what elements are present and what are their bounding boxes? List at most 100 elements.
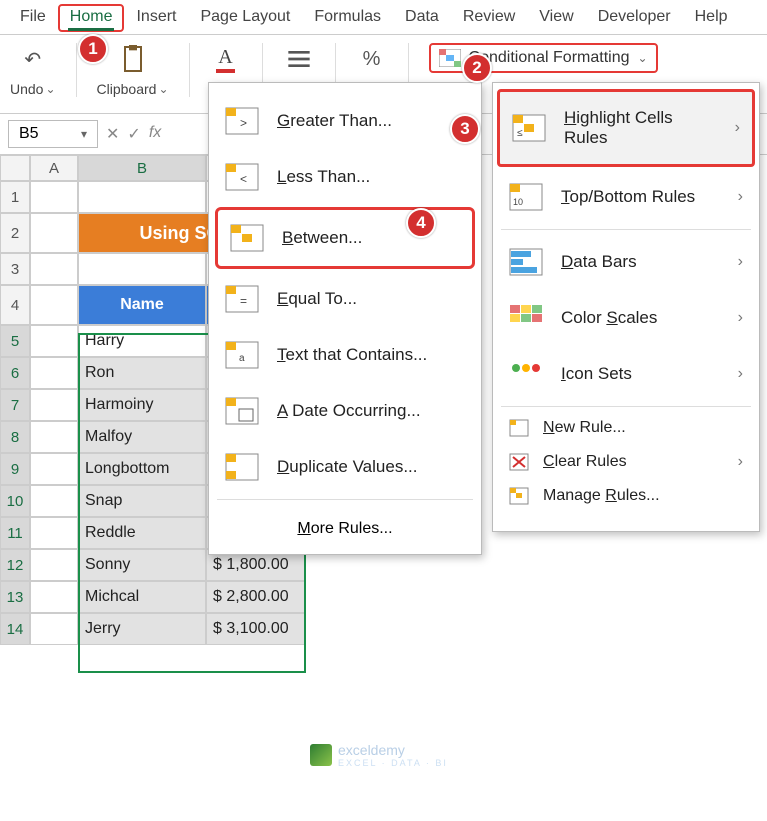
menu-file[interactable]: File — [8, 4, 58, 32]
chevron-down-icon: ⌄ — [45, 82, 55, 96]
menu-less-than[interactable]: < Less Than... — [209, 149, 481, 205]
row-header[interactable]: 4 — [0, 285, 30, 325]
conditional-formatting-icon — [439, 49, 461, 67]
col-header-A[interactable]: A — [30, 155, 78, 181]
row-header[interactable]: 11 — [0, 517, 30, 549]
cell-name[interactable]: Harry — [78, 325, 206, 357]
menu-icon-sets[interactable]: Icon Sets › — [493, 346, 759, 402]
svg-text:10: 10 — [513, 197, 523, 207]
cell[interactable] — [30, 613, 78, 645]
ribbon-undo-group[interactable]: ↶ Undo⌄ — [10, 43, 56, 97]
row-header[interactable]: 6 — [0, 357, 30, 389]
menu-data-bars[interactable]: Data Bars › — [493, 234, 759, 290]
menu-greater-than[interactable]: > Greater Than... — [209, 93, 481, 149]
row-header[interactable]: 7 — [0, 389, 30, 421]
cell-value[interactable]: $ 3,100.00 — [206, 613, 306, 645]
svg-text:≤: ≤ — [517, 128, 523, 139]
col-header-B[interactable]: B — [78, 155, 206, 181]
cell[interactable] — [30, 213, 78, 253]
menu-item-label: Color Scales — [561, 308, 720, 328]
cell-name[interactable]: Malfoy — [78, 421, 206, 453]
align-icon — [283, 43, 315, 75]
menu-insert[interactable]: Insert — [124, 4, 188, 32]
menu-text-contains[interactable]: a Text that Contains... — [209, 327, 481, 383]
chevron-right-icon: › — [738, 365, 743, 383]
confirm-icon[interactable]: ✓ — [127, 124, 140, 144]
cell[interactable] — [78, 181, 206, 213]
menu-color-scales[interactable]: Color Scales › — [493, 290, 759, 346]
menu-data[interactable]: Data — [393, 4, 451, 32]
row-header[interactable]: 1 — [0, 181, 30, 213]
cell[interactable] — [78, 253, 206, 285]
menu-new-rule[interactable]: New Rule... — [493, 411, 759, 445]
cell[interactable] — [30, 485, 78, 517]
equal-to-icon: = — [225, 285, 259, 313]
cancel-icon[interactable]: ✕ — [106, 124, 119, 144]
cell-name[interactable]: Longbottom — [78, 453, 206, 485]
row-header[interactable]: 10 — [0, 485, 30, 517]
menu-page-layout[interactable]: Page Layout — [188, 4, 302, 32]
menu-date-occurring[interactable]: A Date Occurring... — [209, 383, 481, 439]
color-scales-icon — [509, 304, 543, 332]
cell-name[interactable]: Reddle — [78, 517, 206, 549]
menu-more-rules[interactable]: More Rules... — [209, 504, 481, 540]
cell[interactable] — [30, 549, 78, 581]
cell[interactable] — [30, 285, 78, 325]
cell-value[interactable]: $ 2,800.00 — [206, 581, 306, 613]
menu-highlight-cells-rules[interactable]: ≤ Highlight Cells Rules › — [497, 89, 755, 167]
watermark-text: exceldemy — [338, 742, 405, 758]
less-than-icon: < — [225, 163, 259, 191]
menu-duplicate-values[interactable]: Duplicate Values... — [209, 439, 481, 495]
cell[interactable] — [30, 253, 78, 285]
cell[interactable] — [30, 357, 78, 389]
cell[interactable] — [30, 421, 78, 453]
watermark-logo — [310, 744, 332, 766]
menu-home[interactable]: Home — [58, 4, 125, 32]
cell[interactable] — [30, 325, 78, 357]
menu-help[interactable]: Help — [683, 4, 740, 32]
svg-text:=: = — [240, 294, 247, 308]
cell[interactable] — [30, 181, 78, 213]
table-header-name[interactable]: Name — [78, 285, 206, 325]
conditional-format-menu: ≤ Highlight Cells Rules › 10 Top/Bottom … — [492, 82, 760, 532]
cell-name[interactable]: Jerry — [78, 613, 206, 645]
row-header[interactable]: 13 — [0, 581, 30, 613]
cell[interactable] — [30, 389, 78, 421]
menu-equal-to[interactable]: = Equal To... — [209, 271, 481, 327]
svg-text:>: > — [240, 116, 247, 130]
name-box[interactable]: B5 ▾ — [8, 120, 98, 148]
callout-badge-2: 2 — [462, 53, 492, 83]
row-header[interactable]: 9 — [0, 453, 30, 485]
cell[interactable] — [30, 517, 78, 549]
select-all-corner[interactable] — [0, 155, 30, 181]
menu-between[interactable]: Between... — [215, 207, 475, 269]
menu-item-label: Less Than... — [277, 167, 465, 187]
fx-icon[interactable]: fx — [149, 124, 161, 144]
menu-developer[interactable]: Developer — [586, 4, 683, 32]
menu-review[interactable]: Review — [451, 4, 527, 32]
cell-name[interactable]: Michcal — [78, 581, 206, 613]
row-header[interactable]: 8 — [0, 421, 30, 453]
cell-name[interactable]: Harmoiny — [78, 389, 206, 421]
cell[interactable] — [30, 453, 78, 485]
callout-badge-3: 3 — [450, 114, 480, 144]
watermark-sub: EXCEL · DATA · BI — [338, 758, 448, 768]
menu-top-bottom-rules[interactable]: 10 Top/Bottom Rules › — [493, 169, 759, 225]
menu-clear-rules[interactable]: Clear Rules › — [493, 445, 759, 479]
cell-name[interactable]: Snap — [78, 485, 206, 517]
cell-name[interactable]: Ron — [78, 357, 206, 389]
row-header[interactable]: 12 — [0, 549, 30, 581]
callout-badge-1: 1 — [78, 34, 108, 64]
row-header[interactable]: 5 — [0, 325, 30, 357]
row-header[interactable]: 2 — [0, 213, 30, 253]
cell[interactable] — [30, 581, 78, 613]
cell-name[interactable]: Sonny — [78, 549, 206, 581]
conditional-formatting-label: Conditional Formatting — [469, 49, 630, 67]
menu-manage-rules[interactable]: Manage Rules... — [493, 479, 759, 513]
chevron-down-icon: ▾ — [81, 127, 87, 141]
text-contains-icon: a — [225, 341, 259, 369]
row-header[interactable]: 14 — [0, 613, 30, 645]
menu-formulas[interactable]: Formulas — [302, 4, 393, 32]
menu-view[interactable]: View — [527, 4, 585, 32]
row-header[interactable]: 3 — [0, 253, 30, 285]
